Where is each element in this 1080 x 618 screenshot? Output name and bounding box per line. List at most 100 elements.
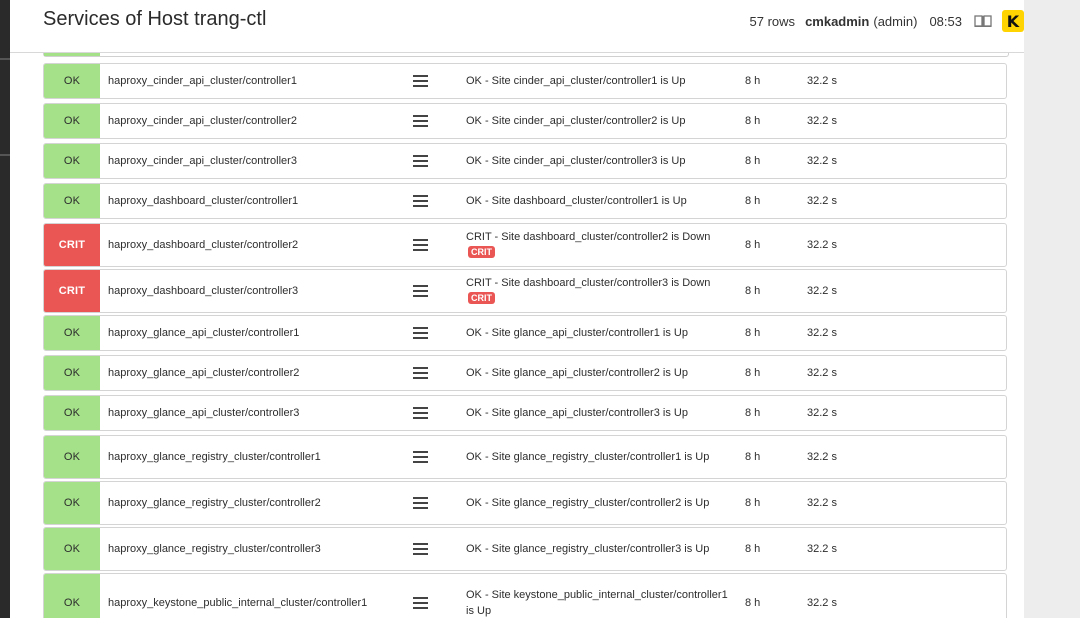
hamburger-menu-icon[interactable] [413, 238, 428, 252]
hamburger-menu-icon[interactable] [413, 194, 428, 208]
state-age: 8 h [745, 407, 761, 419]
state-age: 8 h [745, 75, 761, 87]
output-text: OK - Site dashboard_cluster/controller1 … [466, 195, 687, 207]
page-title: Services of Host trang-ctl [43, 8, 267, 30]
row-count: 57 rows [749, 13, 796, 29]
service-name-link[interactable]: haproxy_glance_api_cluster/controller3 [108, 396, 299, 430]
service-row[interactable]: OK haproxy_glance_api_cluster/controller1… [43, 315, 1007, 351]
check-age: 32.2 s [807, 239, 837, 251]
service-state-badge[interactable]: CRIT [44, 270, 100, 312]
service-state-badge[interactable]: OK [44, 184, 100, 218]
service-output: OK - Site dashboard_cluster/controller1 … [466, 184, 728, 218]
state-age: 8 h [745, 367, 761, 379]
service-name-link[interactable]: haproxy_glance_api_cluster/controller2 [108, 356, 299, 390]
hamburger-menu-icon[interactable] [413, 450, 428, 464]
service-row[interactable]: OK haproxy_glance_api_cluster/controller3… [43, 395, 1007, 431]
book-icon[interactable] [974, 14, 992, 28]
service-state-badge[interactable]: OK [44, 356, 100, 390]
hamburger-menu-icon[interactable] [413, 542, 428, 556]
service-output: OK - Site cinder_api_cluster/controller1… [466, 64, 728, 98]
service-state-badge[interactable]: OK [44, 396, 100, 430]
service-name-link[interactable]: haproxy_glance_registry_cluster/controll… [108, 528, 321, 570]
service-output: OK - Site cinder_api_cluster/controller3… [466, 144, 728, 178]
left-sidebar-edge [0, 0, 10, 618]
check-age: 32.2 s [807, 367, 837, 379]
hamburger-menu-icon[interactable] [413, 496, 428, 510]
state-age: 8 h [745, 597, 761, 609]
output-text: OK - Site glance_api_cluster/controller3… [466, 407, 688, 419]
hamburger-menu-icon[interactable] [413, 284, 428, 298]
service-state-badge[interactable]: OK [44, 528, 100, 570]
service-row[interactable]: OK haproxy_cinder_api_cluster/controller2… [43, 103, 1007, 139]
output-text: OK - Site glance_registry_cluster/contro… [466, 543, 710, 555]
service-state-badge[interactable]: OK [44, 574, 100, 618]
hamburger-menu-icon[interactable] [413, 406, 428, 420]
sidebar-marker [0, 154, 10, 156]
checkmk-logo-icon[interactable]: K [1002, 10, 1024, 32]
check-age: 32.2 s [807, 451, 837, 463]
service-name-link[interactable]: haproxy_dashboard_cluster/controller1 [108, 184, 298, 218]
right-margin [1024, 0, 1080, 618]
output-text: OK - Site cinder_api_cluster/controller3… [466, 155, 686, 167]
service-name-link[interactable]: haproxy_cinder_api_cluster/controller2 [108, 104, 297, 138]
state-age: 8 h [745, 115, 761, 127]
service-row[interactable]: CRIT haproxy_dashboard_cluster/controller… [43, 269, 1007, 313]
page-header: Services of Host trang-ctl 57 rows cmkad… [10, 0, 1024, 53]
service-state-badge[interactable]: OK [44, 482, 100, 524]
sidebar-marker [0, 58, 10, 60]
service-state-badge[interactable]: OK [44, 64, 100, 98]
check-age: 32.2 s [807, 115, 837, 127]
service-name-link[interactable]: haproxy_cinder_api_cluster/controller1 [108, 64, 297, 98]
user-role: (admin) [873, 13, 918, 29]
service-row[interactable]: OK haproxy_glance_registry_cluster/contro… [43, 527, 1007, 571]
service-state-badge[interactable]: OK [44, 436, 100, 478]
service-output: OK - Site cinder_api_cluster/controller2… [466, 104, 728, 138]
check-age: 32.2 s [807, 327, 837, 339]
username[interactable]: cmkadmin [805, 14, 869, 29]
service-output: OK - Site glance_api_cluster/controller3… [466, 396, 728, 430]
check-age: 32.2 s [807, 407, 837, 419]
service-row[interactable]: OK haproxy_cinder_api_cluster/controller1… [43, 63, 1007, 99]
service-row[interactable]: OK haproxy_dashboard_cluster/controller1 O… [43, 183, 1007, 219]
hamburger-menu-icon[interactable] [413, 366, 428, 380]
hamburger-menu-icon[interactable] [413, 154, 428, 168]
service-row[interactable]: OK haproxy_glance_registry_cluster/contro… [43, 435, 1007, 479]
state-age: 8 h [745, 497, 761, 509]
output-text: CRIT - Site dashboard_cluster/controller… [466, 277, 711, 289]
service-state-badge[interactable]: OK [44, 144, 100, 178]
service-state-badge[interactable]: OK [44, 316, 100, 350]
service-name-link[interactable]: haproxy_glance_registry_cluster/controll… [108, 482, 321, 524]
check-age: 32.2 s [807, 285, 837, 297]
service-state-badge[interactable]: CRIT [44, 224, 100, 266]
service-state-badge[interactable]: OK [44, 104, 100, 138]
service-row[interactable]: CRIT haproxy_dashboard_cluster/controller… [43, 223, 1007, 267]
hamburger-menu-icon[interactable] [413, 114, 428, 128]
state-age: 8 h [745, 451, 761, 463]
state-age: 8 h [745, 195, 761, 207]
output-text: OK - Site glance_registry_cluster/contro… [466, 497, 710, 509]
check-age: 32.2 s [807, 543, 837, 555]
output-text: OK - Site glance_api_cluster/controller1… [466, 327, 688, 339]
service-output: OK - Site glance_registry_cluster/contro… [466, 528, 728, 570]
crit-badge: CRIT [468, 246, 495, 258]
service-row[interactable]: OK haproxy_keystone_public_internal_clust… [43, 573, 1007, 618]
output-text: OK - Site cinder_api_cluster/controller2… [466, 115, 686, 127]
service-output: OK - Site glance_registry_cluster/contro… [466, 482, 728, 524]
service-name-link[interactable]: haproxy_dashboard_cluster/controller3 [108, 270, 298, 312]
service-name-link[interactable]: haproxy_glance_api_cluster/controller1 [108, 316, 299, 350]
hamburger-menu-icon[interactable] [413, 326, 428, 340]
service-row[interactable]: OK haproxy_glance_api_cluster/controller2… [43, 355, 1007, 391]
service-name-link[interactable]: haproxy_cinder_api_cluster/controller3 [108, 144, 297, 178]
hamburger-menu-icon[interactable] [413, 74, 428, 88]
service-name-link[interactable]: haproxy_keystone_public_internal_cluster… [108, 574, 367, 618]
service-output: OK - Site keystone_public_internal_clust… [466, 574, 728, 618]
hamburger-menu-icon[interactable] [413, 596, 428, 610]
check-age: 32.2 s [807, 155, 837, 167]
service-row[interactable]: OK haproxy_cinder_api_cluster/controller3… [43, 143, 1007, 179]
service-name-link[interactable]: haproxy_glance_registry_cluster/controll… [108, 436, 321, 478]
check-age: 32.2 s [807, 597, 837, 609]
output-text: OK - Site glance_api_cluster/controller2… [466, 367, 688, 379]
service-row[interactable]: OK haproxy_glance_registry_cluster/contro… [43, 481, 1007, 525]
output-text: OK - Site keystone_public_internal_clust… [466, 589, 728, 617]
service-name-link[interactable]: haproxy_dashboard_cluster/controller2 [108, 224, 298, 266]
